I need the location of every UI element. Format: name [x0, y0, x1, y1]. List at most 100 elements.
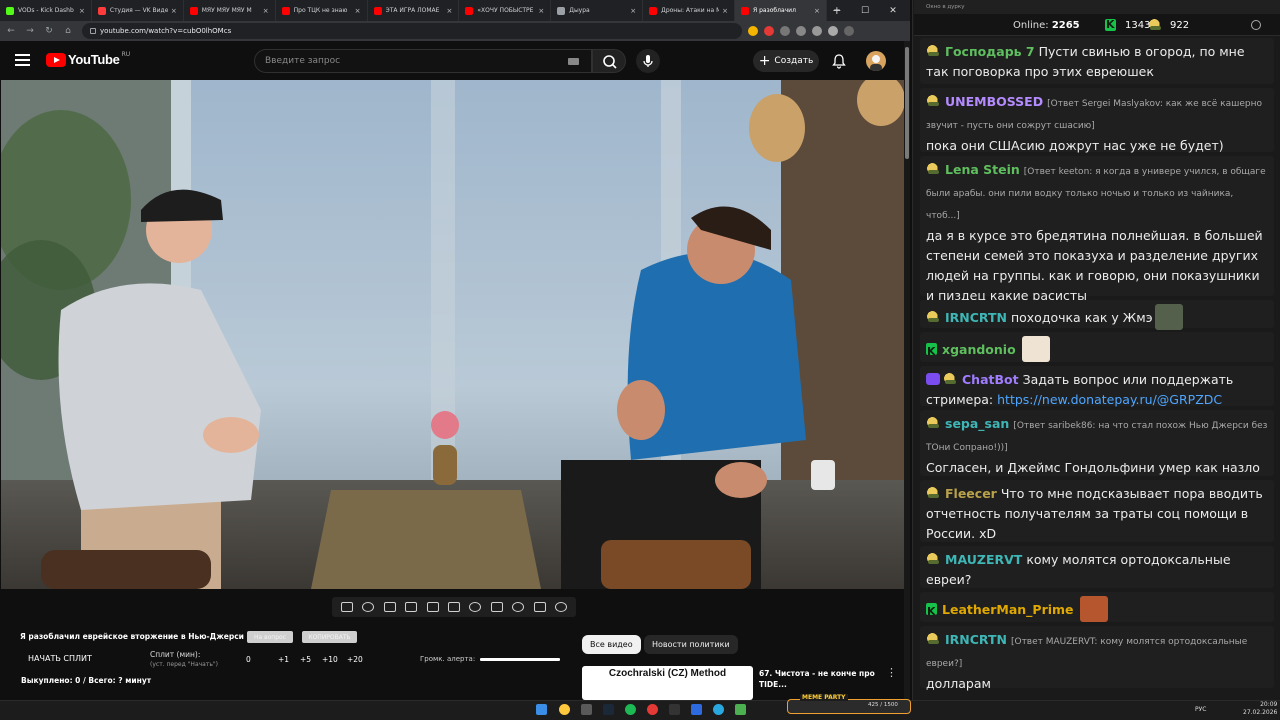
speedometer-icon[interactable]: [469, 602, 482, 612]
tab-label: Про ТЦК не знаю: [293, 7, 348, 14]
alert-volume-slider[interactable]: [480, 658, 560, 661]
telegram-icon[interactable]: [713, 704, 724, 715]
chat-settings-icon[interactable]: [1251, 20, 1261, 30]
add-1-button[interactable]: +1: [278, 655, 289, 664]
address-bar[interactable]: youtube.com/watch?v=cubO0lhOMcs: [82, 23, 742, 39]
tab-close-icon[interactable]: ×: [355, 7, 361, 15]
audio-icon[interactable]: [362, 602, 375, 612]
keyboard-icon[interactable]: [568, 58, 579, 65]
reload-icon[interactable]: ↻: [41, 23, 57, 39]
avatar[interactable]: [866, 51, 886, 71]
browser-tab[interactable]: Дыура ×: [551, 0, 644, 21]
chip-all-videos[interactable]: Все видео: [582, 635, 641, 654]
recommended-video-title[interactable]: 67. Чистота - не конче про TIDE...: [759, 668, 877, 690]
chat-username[interactable]: UNEMBOSSED: [945, 94, 1043, 109]
start-split-button[interactable]: НАЧАТЬ СПЛИТ: [28, 654, 92, 663]
chat-username[interactable]: IRNCRTN: [945, 310, 1007, 325]
recommended-video-thumbnail[interactable]: Czochralski (CZ) Method: [582, 666, 753, 700]
add-icon[interactable]: [490, 602, 503, 612]
chat-username[interactable]: xgandonio: [942, 342, 1016, 357]
add-20-button[interactable]: +20: [347, 655, 363, 664]
chat-message-line: IRNCRTN [Ответ MAUZERVT: кому молятся орт…: [926, 630, 1268, 674]
site-info-icon[interactable]: [90, 28, 96, 34]
steam-icon[interactable]: [603, 704, 614, 715]
browser-menu-icon[interactable]: [844, 26, 854, 36]
extension-icon[interactable]: [764, 26, 774, 36]
app-icon[interactable]: [669, 704, 680, 715]
chat-username[interactable]: sepa_san: [945, 416, 1009, 431]
loop-icon[interactable]: [340, 602, 353, 612]
more-options-icon[interactable]: ⋮: [886, 666, 897, 679]
forward-icon[interactable]: →: [22, 23, 38, 39]
minimize-button[interactable]: ─: [826, 0, 848, 21]
speed-icon[interactable]: [383, 602, 396, 612]
search-button[interactable]: [592, 49, 626, 73]
chat-username[interactable]: Fleecer: [945, 486, 997, 501]
page-scrollbar-thumb[interactable]: [905, 47, 909, 159]
chat-message-line: ChatBot Задать вопрос или поддержать стри…: [926, 370, 1268, 410]
gear-icon[interactable]: [555, 602, 568, 612]
add-10-button[interactable]: +10: [322, 655, 338, 664]
cinema-icon[interactable]: [447, 602, 460, 612]
film-icon[interactable]: [405, 602, 418, 612]
question-pill[interactable]: На вопрос: [247, 631, 293, 643]
extensions-puzzle-icon[interactable]: [796, 26, 806, 36]
tab-close-icon[interactable]: ×: [538, 7, 544, 15]
pepe-badge-icon: [926, 417, 942, 429]
copy-pill[interactable]: КОПИРОВАТЬ: [302, 631, 357, 643]
donate-link[interactable]: https://new.donatepay.ru/@GRPZDC: [997, 392, 1222, 407]
chat-message-line: MAUZERVT кому молятся ортодоксальные евре…: [926, 550, 1268, 590]
tab-close-icon[interactable]: ×: [447, 7, 453, 15]
browser-tab[interactable]: Дроны: Атаки на М ×: [643, 0, 735, 21]
app-icon[interactable]: [647, 704, 658, 715]
download-icon[interactable]: [812, 26, 822, 36]
notifications-bell-icon[interactable]: [831, 53, 847, 69]
app-icon[interactable]: [735, 704, 746, 715]
chat-username[interactable]: IRNCRTN: [945, 632, 1007, 647]
tab-close-icon[interactable]: ×: [263, 7, 269, 15]
create-button[interactable]: + Создать: [753, 50, 819, 72]
voice-search-button[interactable]: [636, 49, 660, 73]
clock[interactable]: 20:09 27.02.2026: [1243, 701, 1277, 717]
menu-icon[interactable]: [15, 54, 30, 66]
chat-username[interactable]: Господарь 7: [945, 44, 1035, 59]
tab-close-icon[interactable]: ×: [814, 7, 820, 15]
maximize-button[interactable]: ☐: [854, 0, 876, 21]
browser-tab[interactable]: Про ТЦК не знаю ×: [276, 0, 368, 21]
close-window-button[interactable]: ✕: [882, 0, 904, 21]
app-icon[interactable]: [581, 704, 592, 715]
tab-close-icon[interactable]: ×: [722, 7, 728, 15]
extension-icon[interactable]: [780, 26, 790, 36]
tab-close-icon[interactable]: ×: [171, 7, 177, 15]
browser-tab[interactable]: ЭТА ИГРА ЛОМАЕ ×: [368, 0, 460, 21]
browser-tab[interactable]: Студия — VK Видео ×: [92, 0, 184, 21]
browser-tab[interactable]: МЯУ МЯУ МЯУ М ×: [184, 0, 276, 21]
player-icon[interactable]: [691, 704, 702, 715]
input-language[interactable]: РУС: [1195, 706, 1206, 713]
browser-tab[interactable]: Я разоблачил ×: [735, 0, 827, 21]
browser-tab[interactable]: VODs - Kick Dashb ×: [0, 0, 92, 21]
extension-icon[interactable]: [748, 26, 758, 36]
search-input[interactable]: Введите запрос: [254, 49, 592, 73]
flask-icon[interactable]: [533, 602, 546, 612]
youtube-logo[interactable]: YouTube RU: [46, 51, 130, 67]
back-icon[interactable]: ←: [3, 23, 19, 39]
chat-message-list[interactable]: Господарь 7 Пусти свинью в огород, по мне…: [920, 38, 1274, 691]
chip-politics-news[interactable]: Новости политики: [644, 635, 738, 654]
tab-close-icon[interactable]: ×: [79, 7, 85, 15]
browser-tab[interactable]: «ХОЧУ ПОБЫСТРЕ ×: [459, 0, 552, 21]
screenshot-icon[interactable]: [512, 602, 525, 612]
profile-icon[interactable]: [828, 26, 838, 36]
video-player[interactable]: [1, 80, 904, 589]
chat-username[interactable]: MAUZERVT: [945, 552, 1022, 567]
home-icon[interactable]: ⌂: [60, 23, 76, 39]
spotify-icon[interactable]: [625, 704, 636, 715]
chat-username[interactable]: ChatBot: [962, 372, 1019, 387]
chat-username[interactable]: LeatherMan_Prime: [942, 602, 1074, 617]
tab-close-icon[interactable]: ×: [630, 7, 636, 15]
start-icon[interactable]: [536, 704, 547, 715]
picture-in-picture-icon[interactable]: [426, 602, 439, 612]
chrome-icon[interactable]: [559, 704, 570, 715]
add-5-button[interactable]: +5: [300, 655, 311, 664]
chat-username[interactable]: Lena Stein: [945, 162, 1020, 177]
